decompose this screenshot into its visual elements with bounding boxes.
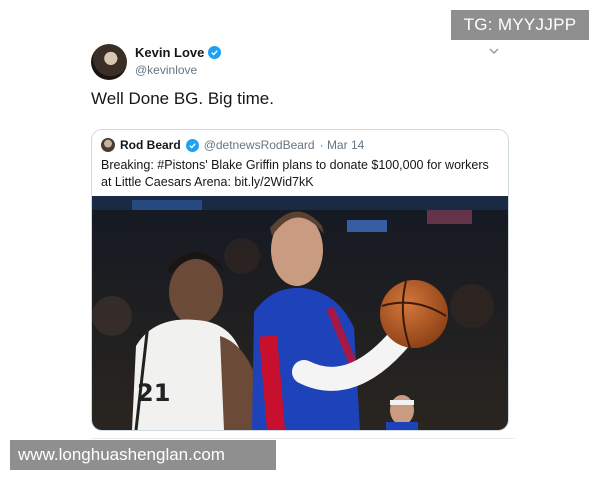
author-name[interactable]: Kevin Love — [135, 45, 204, 60]
quoted-author-name: Rod Beard — [120, 138, 181, 152]
chevron-down-icon[interactable] — [489, 46, 499, 58]
author-info: Kevin Love @kevinlove — [135, 45, 222, 77]
quoted-tweet-card[interactable]: Rod Beard @detnewsRodBeard · Mar 14 Brea… — [91, 129, 509, 431]
quoted-tweet-text: Breaking: #Pistons' Blake Griffin plans … — [101, 158, 489, 189]
basketball-photo: 21 — [92, 196, 508, 430]
watermark-top: TG: MYYJJPP — [451, 10, 589, 40]
author-handle[interactable]: @kevinlove — [135, 63, 221, 77]
quoted-tweet-date: · Mar 14 — [319, 138, 365, 152]
quoted-tweet-header: Rod Beard @detnewsRodBeard · Mar 14 — [101, 138, 364, 152]
quoted-author-handle: @detnewsRodBeard — [203, 138, 315, 152]
author-avatar[interactable] — [91, 44, 127, 80]
tweet-text: Well Done BG. Big time. — [91, 89, 274, 108]
verified-badge-icon — [208, 46, 222, 59]
author-name-row[interactable]: Kevin Love — [135, 45, 222, 60]
tweet-divider — [91, 438, 515, 439]
quoted-author-avatar — [101, 138, 115, 152]
verified-badge-icon — [185, 138, 199, 152]
watermark-bottom: www.longhuashenglan.com — [10, 440, 276, 470]
tweet-header: Kevin Love @kevinlove — [91, 44, 511, 84]
jersey-number: 21 — [137, 379, 170, 407]
